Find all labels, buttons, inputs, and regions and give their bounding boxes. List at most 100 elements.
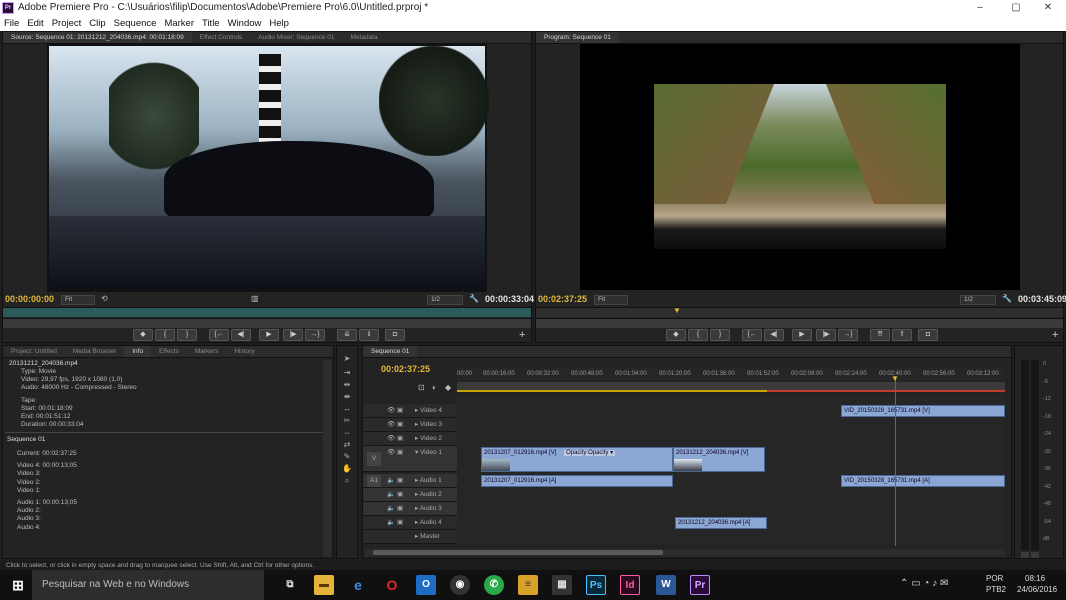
solo-right-button[interactable] <box>1031 552 1039 558</box>
app-stack-icon[interactable]: ≡ <box>518 575 538 595</box>
word-icon[interactable]: W <box>656 575 676 595</box>
source-zoom-bar[interactable] <box>3 318 531 328</box>
program-play-button[interactable]: ▶ <box>792 329 812 341</box>
program-step-back-button[interactable]: ◀| <box>764 329 784 341</box>
source-settings-icon[interactable]: ⟲ <box>101 294 108 303</box>
eye-icon[interactable]: 👁 <box>387 432 395 446</box>
track-header-video-4[interactable]: 👁 ▣ ▸ Video 4 <box>363 404 457 418</box>
menu-window[interactable]: Window <box>224 16 266 31</box>
clip-a4[interactable]: 20131212_204036.mp4 [A] <box>675 517 767 529</box>
tab-info[interactable]: Info <box>124 346 152 357</box>
slide-tool-icon[interactable]: ⇄ <box>341 440 353 450</box>
menu-edit[interactable]: Edit <box>23 16 47 31</box>
program-extract-button[interactable]: ⇑ <box>892 329 912 341</box>
pen-tool-icon[interactable]: ✎ <box>341 452 353 462</box>
speaker-icon[interactable]: 🔈 <box>387 502 395 516</box>
file-explorer-icon[interactable]: ▬ <box>314 575 334 595</box>
task-view-icon[interactable]: ⧉ <box>280 575 300 595</box>
taskbar-search-box[interactable]: Pesquisar na Web e no Windows <box>32 570 264 600</box>
clip-a1-a[interactable]: 20131207_012916.mp4 [A] <box>481 475 673 487</box>
source-time-ruler[interactable] <box>3 307 531 317</box>
media-player-icon[interactable]: ▦ <box>552 575 572 595</box>
menu-clip[interactable]: Clip <box>85 16 109 31</box>
tab-sequence-01[interactable]: Sequence 01 <box>363 346 418 357</box>
lock-icon[interactable]: ▣ <box>397 404 403 418</box>
track-header-master[interactable]: ▸ Master <box>363 530 457 544</box>
audio-target-button[interactable]: A1 <box>367 475 381 487</box>
source-step-back-button[interactable]: ◀| <box>231 329 251 341</box>
link-icon[interactable]: ◆ <box>445 383 451 392</box>
tab-history[interactable]: History <box>226 346 262 357</box>
program-in-button[interactable]: { <box>688 329 708 341</box>
info-scrollbar[interactable] <box>323 360 331 556</box>
eye-icon[interactable]: 👁 <box>387 418 395 432</box>
tray-icons[interactable]: ⌃ ▭ ◔ ♪ ✉ <box>900 578 948 589</box>
source-export-frame-button[interactable]: ◘ <box>385 329 405 341</box>
source-in-button[interactable]: { <box>155 329 175 341</box>
program-resolution-select[interactable]: 1/2 <box>960 295 996 305</box>
program-wrench-icon[interactable]: 🔧 <box>1002 294 1012 303</box>
indesign-icon[interactable]: Id <box>620 575 640 595</box>
selection-tool-icon[interactable]: ➤ <box>341 354 353 364</box>
playhead-line[interactable] <box>895 376 896 546</box>
source-play-button[interactable]: ▶ <box>259 329 279 341</box>
track-header-audio-1[interactable]: A1 🔈 ▣ ▸ Audio 1 <box>363 474 457 488</box>
source-current-timecode[interactable]: 00:00:00:00 <box>5 294 54 304</box>
rolling-edit-tool-icon[interactable]: ⇼ <box>341 392 353 402</box>
source-goto-out-button[interactable]: →} <box>305 329 325 341</box>
clock-time[interactable]: 08:16 <box>1025 574 1045 583</box>
source-zoom-select[interactable]: Fit <box>61 295 95 305</box>
source-overwrite-button[interactable]: ⇓ <box>359 329 379 341</box>
zoom-tool-icon[interactable]: ⌕ <box>341 476 353 486</box>
menu-project[interactable]: Project <box>48 16 86 31</box>
program-goto-out-button[interactable]: →} <box>838 329 858 341</box>
ripple-edit-tool-icon[interactable]: ⇹ <box>341 380 353 390</box>
lock-icon[interactable]: ▣ <box>397 446 403 460</box>
clip-v4[interactable]: VID_20150328_165731.mp4 [V] <box>841 405 1005 417</box>
clip-v1-b[interactable]: 20131212_204036.mp4 [V] <box>673 447 765 472</box>
source-step-forward-button[interactable]: |▶ <box>283 329 303 341</box>
source-insert-button[interactable]: ⇊ <box>337 329 357 341</box>
playhead-handle-icon[interactable]: ▼ <box>891 374 899 383</box>
steam-icon[interactable]: ◉ <box>450 575 470 595</box>
menu-title[interactable]: Title <box>198 16 224 31</box>
program-marker-button[interactable]: ◆ <box>666 329 686 341</box>
eye-icon[interactable]: 👁 <box>387 446 395 460</box>
track-header-audio-2[interactable]: 🔈 ▣ ▸ Audio 2 <box>363 488 457 502</box>
solo-left-button[interactable] <box>1021 552 1029 558</box>
windows-start-icon[interactable]: ⊞ <box>8 575 28 595</box>
tab-effect-controls[interactable]: Effect Controls <box>192 32 251 43</box>
rate-stretch-tool-icon[interactable]: ↔ <box>341 404 353 414</box>
lock-icon[interactable]: ▣ <box>397 474 403 488</box>
hand-tool-icon[interactable]: ✋ <box>341 464 353 474</box>
slip-tool-icon[interactable]: ⇔ <box>341 428 353 438</box>
opera-browser-icon[interactable]: O <box>382 575 402 595</box>
source-marker-button[interactable]: ◆ <box>133 329 153 341</box>
program-goto-in-button[interactable]: {← <box>742 329 762 341</box>
premiere-taskbar-icon[interactable]: Pr <box>690 575 710 595</box>
clip-a1-b[interactable]: VID_20150328_165731.mp4 [A] <box>841 475 1005 487</box>
program-lift-button[interactable]: ⇈ <box>870 329 890 341</box>
tab-media-browser[interactable]: Media Browser <box>65 346 124 357</box>
clock-date[interactable]: 24/06/2016 <box>1017 585 1057 594</box>
source-add-button-icon[interactable]: + <box>519 329 525 341</box>
menu-marker[interactable]: Marker <box>160 16 198 31</box>
source-resolution-select[interactable]: 1/2 <box>427 295 463 305</box>
timeline-timecode[interactable]: 00:02:37:25 <box>381 364 430 374</box>
program-current-timecode[interactable]: 00:02:37:25 <box>538 294 587 304</box>
lock-icon[interactable]: ▣ <box>397 502 403 516</box>
minimize-button[interactable]: – <box>960 0 1000 16</box>
program-add-button-icon[interactable]: + <box>1052 329 1058 341</box>
language-indicator[interactable]: POR <box>986 574 1003 583</box>
clip-v1-a[interactable]: 20131207_012916.mp4 [V] Opacity:Opacity … <box>481 447 673 472</box>
tab-project[interactable]: Project: Untitled <box>3 346 65 357</box>
source-goto-in-button[interactable]: {← <box>209 329 229 341</box>
close-button[interactable]: ✕ <box>1028 0 1066 16</box>
outlook-icon[interactable]: O <box>416 575 436 595</box>
lock-icon[interactable]: ▣ <box>397 418 403 432</box>
program-playhead-marker-icon[interactable]: ▼ <box>673 306 681 315</box>
tab-effects[interactable]: Effects <box>151 346 187 357</box>
video-target-button[interactable]: V <box>367 452 381 466</box>
keyboard-layout-indicator[interactable]: PTB2 <box>986 585 1006 594</box>
tab-metadata[interactable]: Metadata <box>343 32 386 43</box>
